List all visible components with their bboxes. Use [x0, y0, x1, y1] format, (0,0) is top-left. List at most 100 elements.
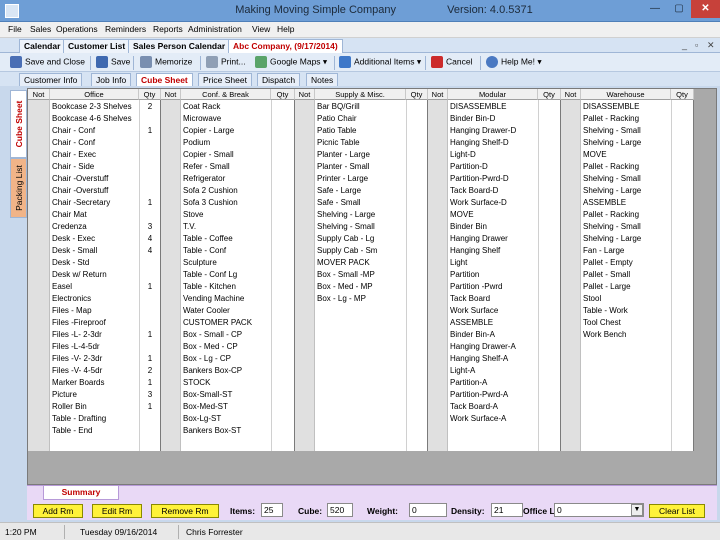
- item-qty[interactable]: [271, 425, 295, 437]
- vtab-cube-sheet[interactable]: Cube Sheet: [10, 90, 27, 158]
- help-button[interactable]: Help Me! ▾: [486, 56, 542, 70]
- item-name[interactable]: Planter - Large: [317, 149, 370, 161]
- item-name[interactable]: STOCK: [183, 377, 210, 389]
- remove-room-button[interactable]: Remove Rm: [151, 504, 219, 518]
- item-name[interactable]: Shelving - Small: [583, 125, 641, 137]
- item-qty[interactable]: 1: [139, 281, 161, 293]
- item-name[interactable]: Shelving - Large: [317, 209, 375, 221]
- item-name[interactable]: Work Surface: [450, 305, 498, 317]
- item-qty[interactable]: [406, 113, 428, 125]
- tab-calendar[interactable]: Calendar: [19, 39, 66, 53]
- item-name[interactable]: Partition-D: [450, 161, 488, 173]
- item-qty[interactable]: [139, 293, 161, 305]
- item-name[interactable]: Light-D: [450, 149, 476, 161]
- item-qty[interactable]: [671, 317, 694, 329]
- menu-sales[interactable]: Sales: [30, 24, 51, 34]
- item-name[interactable]: Printer - Large: [317, 173, 368, 185]
- item-qty[interactable]: [538, 257, 561, 269]
- item-qty[interactable]: [671, 161, 694, 173]
- item-name[interactable]: Sculpture: [183, 257, 217, 269]
- item-qty[interactable]: [406, 245, 428, 257]
- item-qty[interactable]: [671, 113, 694, 125]
- item-qty[interactable]: [538, 137, 561, 149]
- item-name[interactable]: Table - Kitchen: [183, 281, 236, 293]
- item-name[interactable]: Hanging Drawer: [450, 233, 508, 245]
- item-name[interactable]: Box - Med - MP: [317, 281, 373, 293]
- item-qty[interactable]: [139, 137, 161, 149]
- tab-notes[interactable]: Notes: [306, 73, 339, 86]
- item-qty[interactable]: [538, 317, 561, 329]
- item-qty[interactable]: [538, 209, 561, 221]
- item-qty[interactable]: [538, 269, 561, 281]
- item-qty[interactable]: [271, 173, 295, 185]
- item-name[interactable]: Shelving - Large: [583, 233, 641, 245]
- item-name[interactable]: Partition: [450, 269, 479, 281]
- item-name[interactable]: Roller Bin: [52, 401, 87, 413]
- item-name[interactable]: Hanging Drawer-A: [450, 341, 516, 353]
- item-qty[interactable]: [271, 209, 295, 221]
- item-qty[interactable]: [139, 185, 161, 197]
- item-qty[interactable]: [406, 293, 428, 305]
- item-name[interactable]: Podium: [183, 137, 210, 149]
- item-qty[interactable]: [271, 353, 295, 365]
- items-field[interactable]: 25: [261, 503, 283, 517]
- close-icon[interactable]: ✕: [691, 0, 720, 18]
- menu-operations[interactable]: Operations: [56, 24, 98, 34]
- item-name[interactable]: Chair - Exec: [52, 149, 96, 161]
- item-qty[interactable]: [271, 185, 295, 197]
- item-name[interactable]: Water Cooler: [183, 305, 230, 317]
- item-name[interactable]: Easel: [52, 281, 72, 293]
- item-qty[interactable]: [271, 365, 295, 377]
- item-qty[interactable]: [406, 257, 428, 269]
- item-name[interactable]: Chair - Conf: [52, 125, 95, 137]
- item-qty[interactable]: [271, 317, 295, 329]
- item-qty[interactable]: [406, 149, 428, 161]
- menu-view[interactable]: View: [252, 24, 270, 34]
- menu-administration[interactable]: Administration: [188, 24, 242, 34]
- item-qty[interactable]: [406, 173, 428, 185]
- item-name[interactable]: Desk - Std: [52, 257, 89, 269]
- item-qty[interactable]: [139, 425, 161, 437]
- item-name[interactable]: Shelving - Small: [583, 173, 641, 185]
- item-qty[interactable]: [271, 329, 295, 341]
- item-name[interactable]: Bankers Box-ST: [183, 425, 241, 437]
- item-name[interactable]: Box - Small -MP: [317, 269, 375, 281]
- item-name[interactable]: Chair - Conf: [52, 137, 95, 149]
- menu-reports[interactable]: Reports: [153, 24, 183, 34]
- item-name[interactable]: Table - Drafting: [52, 413, 106, 425]
- item-name[interactable]: Desk w/ Return: [52, 269, 107, 281]
- item-name[interactable]: Refer - Small: [183, 161, 230, 173]
- minimize-icon[interactable]: —: [643, 0, 667, 18]
- density-field[interactable]: 21: [491, 503, 523, 517]
- item-qty[interactable]: [139, 269, 161, 281]
- item-qty[interactable]: [271, 245, 295, 257]
- item-name[interactable]: Bookcase 2-3 Shelves: [52, 101, 132, 113]
- vtab-packing-list[interactable]: Packing List: [10, 158, 27, 218]
- item-qty[interactable]: 1: [139, 197, 161, 209]
- item-name[interactable]: Table - End: [52, 425, 92, 437]
- item-name[interactable]: Box - Med - CP: [183, 341, 238, 353]
- item-qty[interactable]: [271, 257, 295, 269]
- tab-dispatch[interactable]: Dispatch: [257, 73, 301, 86]
- item-name[interactable]: ASSEMBLE: [583, 197, 626, 209]
- tab-customer-list[interactable]: Customer List: [63, 39, 131, 53]
- item-qty[interactable]: [671, 137, 694, 149]
- item-name[interactable]: Partition-Pwrd-D: [450, 173, 509, 185]
- item-name[interactable]: Box-Med-ST: [183, 401, 228, 413]
- save-and-close-button[interactable]: Save and Close: [10, 56, 85, 70]
- item-name[interactable]: Sofa 3 Cushion: [183, 197, 238, 209]
- item-name[interactable]: Bar BQ/Grill: [317, 101, 360, 113]
- item-name[interactable]: Pallet - Small: [583, 269, 630, 281]
- tab-sales-person-calendar[interactable]: Sales Person Calendar: [128, 39, 231, 53]
- item-name[interactable]: Desk - Small: [52, 245, 97, 257]
- item-qty[interactable]: [139, 113, 161, 125]
- item-qty[interactable]: [538, 293, 561, 305]
- item-qty[interactable]: [538, 197, 561, 209]
- item-name[interactable]: Box-Lg-ST: [183, 413, 221, 425]
- menu-help[interactable]: Help: [277, 24, 294, 34]
- item-name[interactable]: Shelving - Large: [583, 137, 641, 149]
- item-qty[interactable]: [406, 221, 428, 233]
- item-qty[interactable]: [406, 269, 428, 281]
- item-name[interactable]: Chair - Side: [52, 161, 94, 173]
- item-name[interactable]: Stool: [583, 293, 601, 305]
